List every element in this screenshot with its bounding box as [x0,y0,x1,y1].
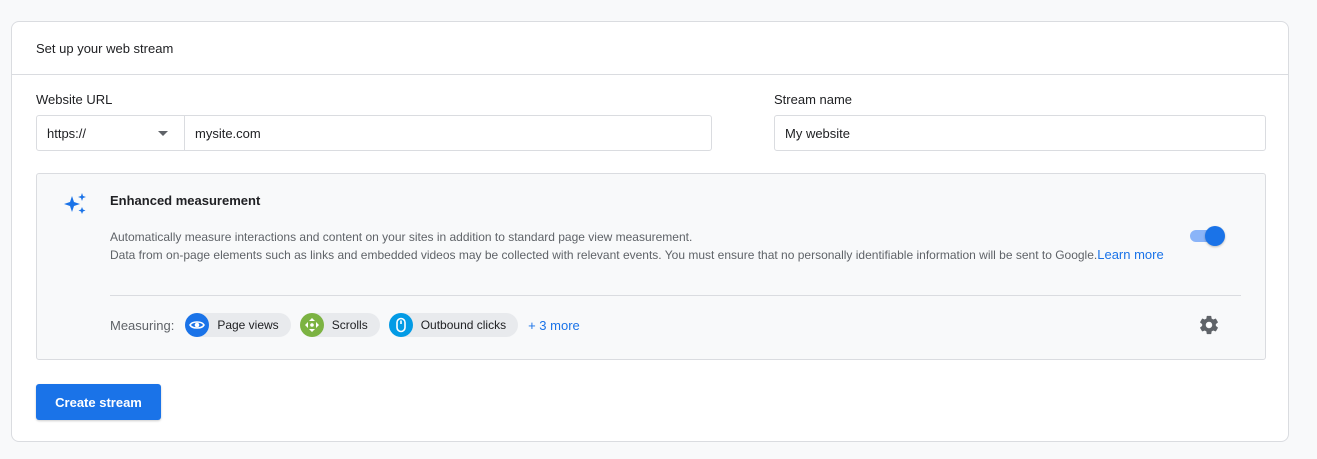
gear-icon[interactable] [1198,314,1220,341]
measuring-row: Measuring: Page views Scrolls Outbound c… [110,312,580,338]
create-stream-button[interactable]: Create stream [36,384,161,420]
more-measurements-link[interactable]: + 3 more [528,318,580,333]
description-line-2: Data from on-page elements such as links… [110,248,1098,262]
eye-icon [185,313,210,337]
stream-name-value: My website [785,125,851,141]
website-url-input[interactable]: mysite.com [185,116,711,150]
enhanced-measurement-title: Enhanced measurement [110,193,261,208]
chip-label: Page views [217,318,279,332]
divider [110,295,1241,296]
learn-more-link[interactable]: Learn more [1097,247,1163,262]
stream-name-label: Stream name [774,92,853,107]
measuring-label: Measuring: [110,317,175,333]
mouse-icon [388,313,413,337]
enhanced-measurement-panel: Enhanced measurement Automatically measu… [36,173,1266,360]
chip-scrolls: Scrolls [299,313,380,337]
chip-page-views: Page views [185,313,291,337]
chip-label: Scrolls [331,318,368,332]
scroll-icon [299,313,324,337]
card-header: Set up your web stream [12,22,1288,75]
chip-outbound-clicks: Outbound clicks [388,313,519,337]
stream-name-input[interactable]: My website [774,115,1266,151]
web-stream-card: Set up your web stream Website URL https… [11,21,1289,442]
card-title: Set up your web stream [36,40,174,56]
enhanced-measurement-toggle[interactable] [1188,225,1226,247]
sparkle-icon [63,192,87,221]
chevron-down-icon [158,131,168,136]
description-line-1: Automatically measure interactions and c… [110,230,693,244]
protocol-value: https:// [47,125,87,141]
enhanced-measurement-description: Automatically measure interactions and c… [110,228,1180,264]
website-url-label: Website URL [36,92,113,107]
protocol-select[interactable]: https:// [37,116,185,150]
toggle-knob [1205,226,1225,246]
website-url-value: mysite.com [195,125,261,141]
website-url-field: https:// mysite.com [36,115,712,151]
chip-label: Outbound clicks [420,318,507,332]
